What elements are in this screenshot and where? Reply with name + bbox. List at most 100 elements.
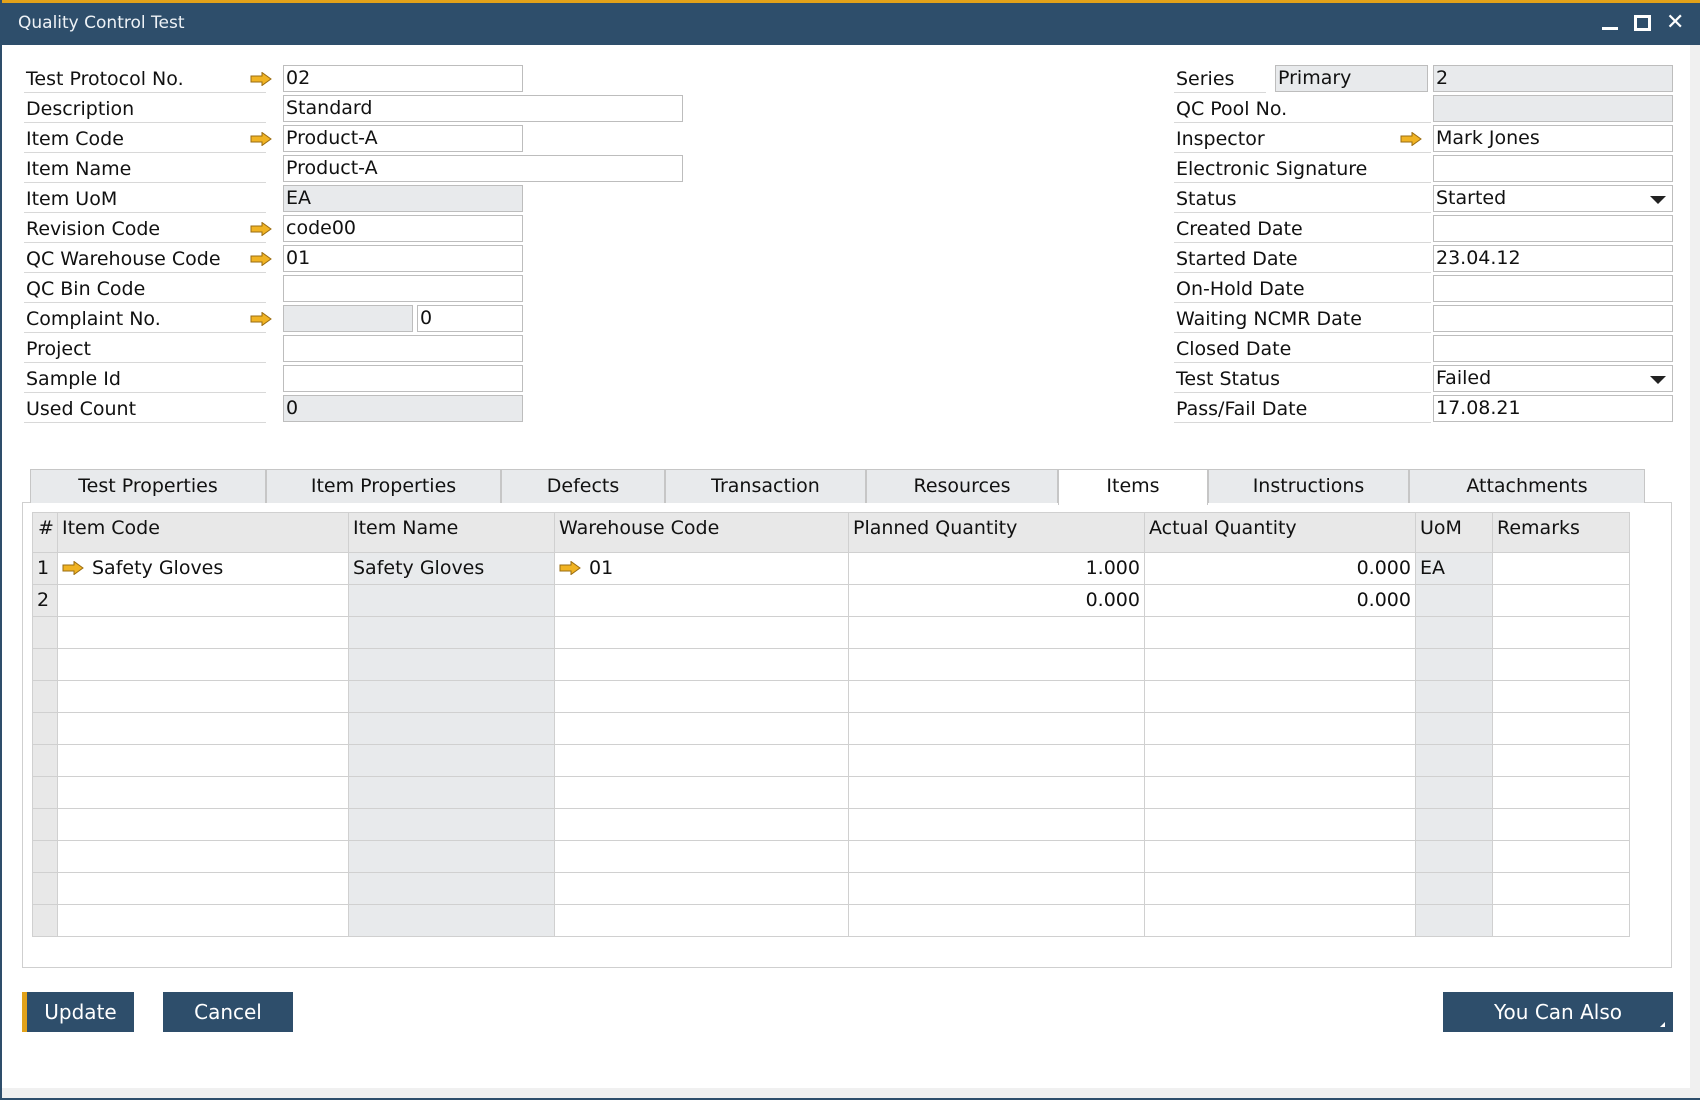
- created-date-field[interactable]: [1433, 215, 1673, 242]
- electronic-signature-field[interactable]: [1433, 155, 1673, 182]
- cell-item-code[interactable]: [58, 585, 349, 617]
- cell-item-code[interactable]: [58, 681, 349, 713]
- waiting-ncmr-date-field[interactable]: [1433, 305, 1673, 332]
- cell-planned-quantity[interactable]: [849, 713, 1145, 745]
- item-name-field[interactable]: Product-A: [283, 155, 683, 182]
- cell-actual-quantity[interactable]: [1145, 841, 1416, 873]
- cell-item-code[interactable]: [58, 841, 349, 873]
- started-date-field[interactable]: 23.04.12: [1433, 245, 1673, 272]
- cell-warehouse-code[interactable]: [555, 905, 849, 937]
- cell-item-name[interactable]: [349, 745, 555, 777]
- cell-uom[interactable]: [1416, 841, 1493, 873]
- cell-uom[interactable]: [1416, 873, 1493, 905]
- tab-resources[interactable]: Resources: [866, 469, 1058, 503]
- link-arrow-icon[interactable]: [250, 131, 272, 147]
- cell-actual-quantity[interactable]: [1145, 617, 1416, 649]
- cell-uom[interactable]: [1416, 905, 1493, 937]
- link-arrow-icon[interactable]: [250, 311, 272, 327]
- cell-remarks[interactable]: [1493, 841, 1630, 873]
- used-count-field[interactable]: 0: [283, 395, 523, 422]
- cell-item-name[interactable]: [349, 617, 555, 649]
- cell-item-name[interactable]: [349, 585, 555, 617]
- test-protocol-no-field[interactable]: 02: [283, 65, 523, 92]
- cell-warehouse-code[interactable]: 01: [555, 553, 849, 585]
- cell-item-code[interactable]: [58, 809, 349, 841]
- cell-uom[interactable]: EA: [1416, 553, 1493, 585]
- cell-planned-quantity[interactable]: [849, 745, 1145, 777]
- cell-actual-quantity[interactable]: [1145, 777, 1416, 809]
- test-status-dropdown[interactable]: Failed: [1433, 365, 1673, 392]
- status-dropdown[interactable]: Started: [1433, 185, 1673, 212]
- cell-item-name[interactable]: [349, 681, 555, 713]
- cell-item-name[interactable]: [349, 777, 555, 809]
- cell-remarks[interactable]: [1493, 809, 1630, 841]
- cell-actual-quantity[interactable]: [1145, 681, 1416, 713]
- cell-planned-quantity[interactable]: [849, 905, 1145, 937]
- cell-planned-quantity[interactable]: [849, 777, 1145, 809]
- document-number-field[interactable]: 2: [1433, 65, 1673, 92]
- chevron-down-icon[interactable]: [1650, 196, 1666, 204]
- cell-warehouse-code[interactable]: [555, 809, 849, 841]
- cell-item-name[interactable]: [349, 713, 555, 745]
- cell-planned-quantity[interactable]: [849, 681, 1145, 713]
- cell-actual-quantity[interactable]: [1145, 873, 1416, 905]
- cell-warehouse-code[interactable]: [555, 681, 849, 713]
- update-button[interactable]: Update: [22, 992, 134, 1032]
- on-hold-date-field[interactable]: [1433, 275, 1673, 302]
- cell-item-name[interactable]: Safety Gloves: [349, 553, 555, 585]
- complaint-no-field[interactable]: [283, 305, 413, 332]
- cell-planned-quantity[interactable]: [849, 649, 1145, 681]
- column-header-item-code[interactable]: Item Code: [58, 512, 349, 553]
- cell-uom[interactable]: [1416, 617, 1493, 649]
- tab-test-properties[interactable]: Test Properties: [30, 469, 266, 503]
- cell-warehouse-code[interactable]: [555, 585, 849, 617]
- cell-item-code[interactable]: Safety Gloves: [58, 553, 349, 585]
- cell-planned-quantity[interactable]: [849, 809, 1145, 841]
- cell-remarks[interactable]: [1493, 777, 1630, 809]
- cell-remarks[interactable]: [1493, 713, 1630, 745]
- cell-remarks[interactable]: [1493, 617, 1630, 649]
- cell-item-code[interactable]: [58, 905, 349, 937]
- cell-remarks[interactable]: [1493, 553, 1630, 585]
- cell-uom[interactable]: [1416, 713, 1493, 745]
- series-select[interactable]: Primary: [1275, 65, 1428, 92]
- cell-uom[interactable]: [1416, 809, 1493, 841]
- cell-warehouse-code[interactable]: [555, 873, 849, 905]
- cell-item-code[interactable]: [58, 649, 349, 681]
- cell-item-name[interactable]: [349, 905, 555, 937]
- column-header-actual-quantity[interactable]: Actual Quantity: [1145, 512, 1416, 553]
- cell-item-code[interactable]: [58, 713, 349, 745]
- you-can-also-button[interactable]: You Can Also: [1443, 992, 1673, 1032]
- cell-planned-quantity[interactable]: [849, 873, 1145, 905]
- cell-item-name[interactable]: [349, 649, 555, 681]
- item-uom-field[interactable]: EA: [283, 185, 523, 212]
- cell-item-code[interactable]: [58, 873, 349, 905]
- column-header-planned-quantity[interactable]: Planned Quantity: [849, 512, 1145, 553]
- column-header-row-number[interactable]: #: [32, 512, 58, 553]
- closed-date-field[interactable]: [1433, 335, 1673, 362]
- cell-warehouse-code[interactable]: [555, 713, 849, 745]
- qc-warehouse-code-field[interactable]: 01: [283, 245, 523, 272]
- tab-defects[interactable]: Defects: [501, 469, 665, 503]
- link-arrow-icon[interactable]: [1400, 131, 1422, 147]
- cell-warehouse-code[interactable]: [555, 649, 849, 681]
- qc-pool-no-field[interactable]: [1433, 95, 1673, 122]
- link-arrow-icon[interactable]: [62, 558, 84, 580]
- minimize-icon[interactable]: [1602, 11, 1618, 30]
- cell-remarks[interactable]: [1493, 585, 1630, 617]
- link-arrow-icon[interactable]: [559, 558, 581, 580]
- cell-remarks[interactable]: [1493, 873, 1630, 905]
- cell-planned-quantity[interactable]: [849, 617, 1145, 649]
- cell-warehouse-code[interactable]: [555, 777, 849, 809]
- cell-warehouse-code[interactable]: [555, 841, 849, 873]
- tab-items[interactable]: Items: [1058, 469, 1208, 505]
- item-code-field[interactable]: Product-A: [283, 125, 523, 152]
- maximize-icon[interactable]: [1634, 11, 1651, 31]
- cell-uom[interactable]: [1416, 745, 1493, 777]
- link-arrow-icon[interactable]: [250, 251, 272, 267]
- cell-planned-quantity[interactable]: [849, 841, 1145, 873]
- tab-transaction[interactable]: Transaction: [665, 469, 866, 503]
- description-field[interactable]: Standard: [283, 95, 683, 122]
- revision-code-field[interactable]: code00: [283, 215, 523, 242]
- column-header-remarks[interactable]: Remarks: [1493, 512, 1630, 553]
